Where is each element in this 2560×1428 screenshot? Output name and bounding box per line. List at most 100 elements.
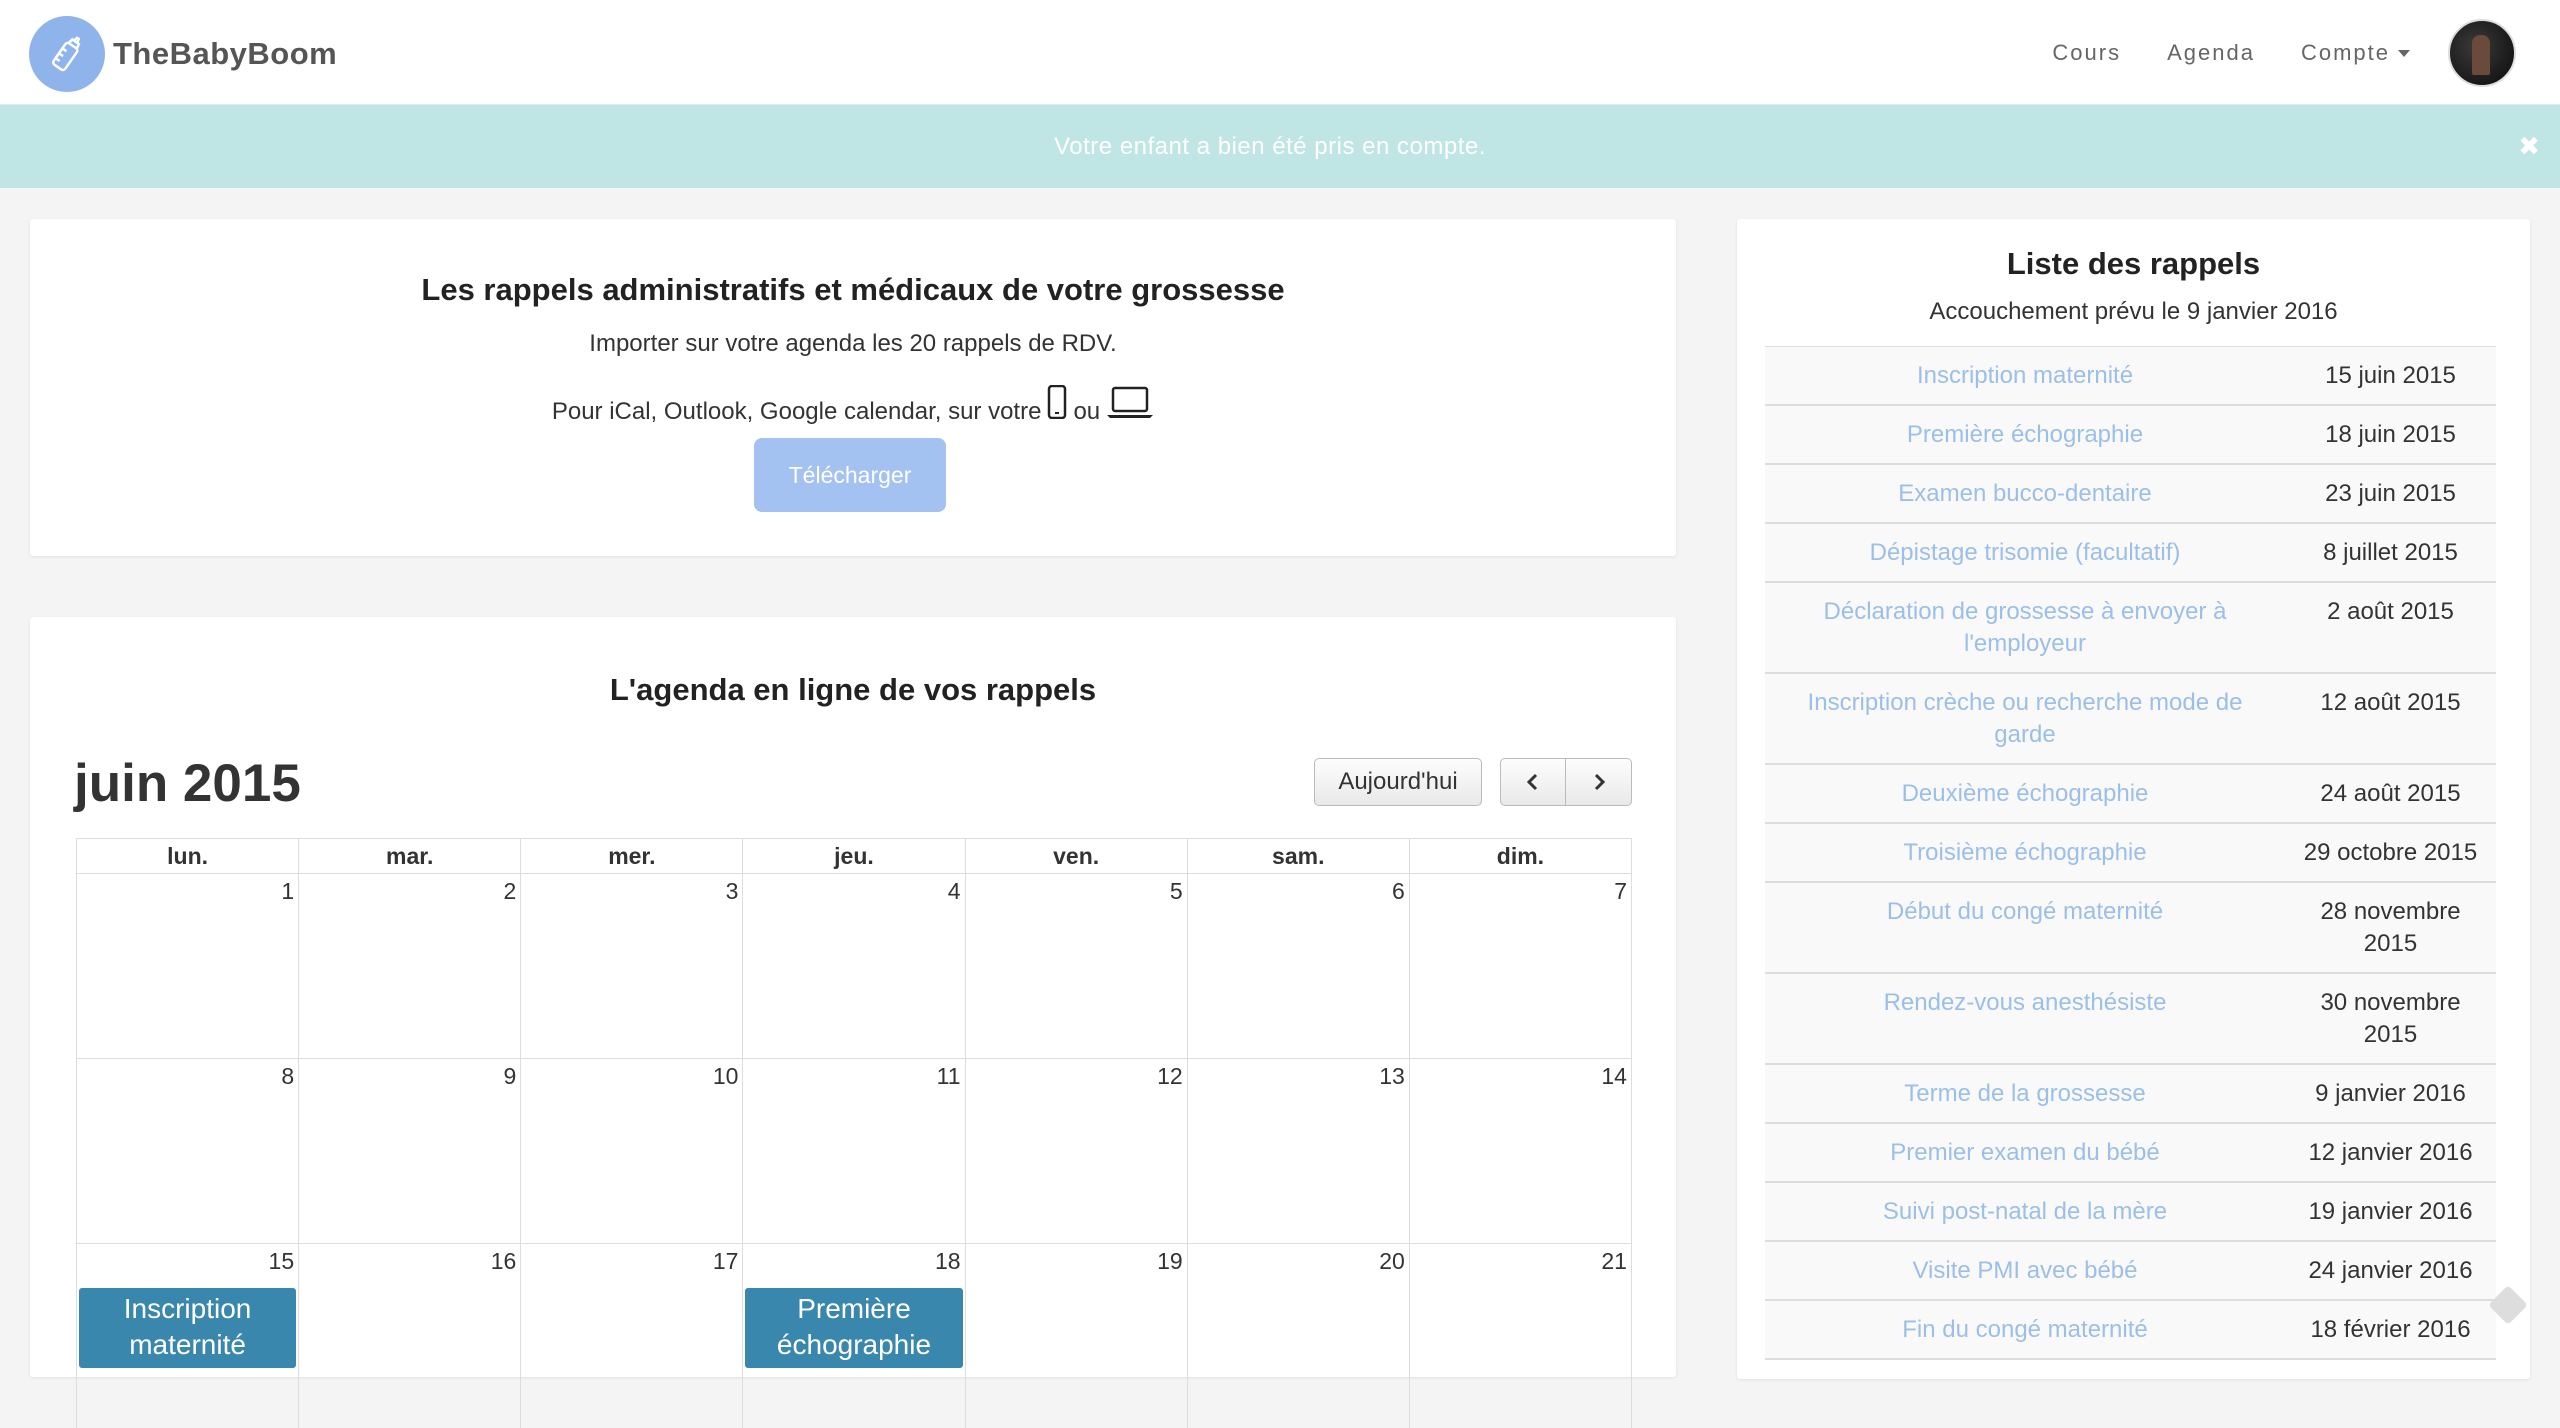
day-number: 8 (281, 1063, 295, 1089)
calendar-day[interactable]: 3 (521, 874, 744, 1058)
laptop-icon (1106, 385, 1154, 426)
calendar-day[interactable]: 20 (1188, 1244, 1410, 1428)
reminder-link[interactable]: Terme de la grossesse (1765, 1065, 2285, 1122)
nav-cours[interactable]: Cours (2052, 40, 2121, 66)
calendar-day[interactable]: 13 (1188, 1059, 1410, 1243)
day-number: 9 (503, 1063, 517, 1089)
nav-compte-dropdown[interactable]: Compte (2301, 40, 2410, 66)
download-button[interactable]: Télécharger (754, 438, 946, 512)
calendar-day[interactable]: 12 (966, 1059, 1188, 1243)
reminder-link[interactable]: Rendez-vous anesthésiste (1765, 974, 2285, 1063)
table-row: Dépistage trisomie (facultatif) 8 juillet… (1765, 524, 2496, 583)
day-number: 17 (712, 1248, 739, 1274)
day-number: 19 (1157, 1248, 1183, 1274)
calendar-day[interactable]: 10 (521, 1059, 744, 1243)
day-number: 5 (1169, 878, 1183, 904)
table-row: Déclaration de grossesse à envoyer à l'e… (1765, 583, 2496, 674)
calendar-day[interactable]: 5 (966, 874, 1188, 1058)
reminder-link[interactable]: Dépistage trisomie (facultatif) (1765, 524, 2285, 581)
reminder-link[interactable]: Déclaration de grossesse à envoyer à l'e… (1765, 583, 2285, 672)
reminder-date: 8 juillet 2015 (2323, 539, 2458, 566)
calendar-event[interactable]: Première échographie (745, 1288, 963, 1368)
close-icon[interactable]: ✖ (2518, 133, 2540, 159)
next-month-button[interactable] (1566, 758, 1632, 806)
reminder-date: 24 août 2015 (2320, 780, 2461, 807)
calendar-day[interactable]: 21 (1410, 1244, 1631, 1428)
calendar-day[interactable]: 2 (299, 874, 522, 1058)
day-number: 3 (725, 878, 739, 904)
table-row: Première échographie 18 juin 2015 (1765, 406, 2496, 465)
reminder-link[interactable]: Inscription maternité (1765, 347, 2285, 404)
reminder-date: 15 juin 2015 (2325, 362, 2456, 389)
calendar-day[interactable]: 7 (1410, 874, 1631, 1058)
calendar-day[interactable]: 9 (299, 1059, 522, 1243)
calendar-day[interactable]: 11 (743, 1059, 966, 1243)
reminder-link[interactable]: Suivi post-natal de la mère (1765, 1183, 2285, 1240)
calendar-event[interactable]: Inscription maternité (79, 1288, 297, 1368)
reminder-date: 12 août 2015 (2320, 689, 2461, 716)
calendar-day[interactable]: 19 (966, 1244, 1188, 1428)
list-panel-subtitle: Accouchement prévu le 9 janvier 2016 (1929, 298, 2338, 325)
calendar-month-title: juin 2015 (74, 754, 301, 813)
reminder-link[interactable]: Première échographie (1765, 406, 2285, 463)
calendar-day[interactable]: 18 Première échographie (743, 1244, 966, 1428)
day-number: 21 (1601, 1248, 1627, 1274)
reminder-link[interactable]: Fin du congé maternité (1765, 1301, 2285, 1358)
calendar-panel-title: L'agenda en ligne de vos rappels (609, 672, 1097, 707)
day-number: 15 (268, 1248, 295, 1274)
reminder-link[interactable]: Premier examen du bébé (1765, 1124, 2285, 1181)
day-number: 12 (1157, 1063, 1183, 1089)
table-row: Premier examen du bébé 12 janvier 2016 (1765, 1124, 2496, 1183)
success-alert: Votre enfant a bien été pris en compte. … (0, 105, 2560, 188)
table-row: Terme de la grossesse 9 janvier 2016 (1765, 1065, 2496, 1124)
weekday-label: mer. (521, 839, 744, 873)
day-number: 7 (1614, 878, 1627, 904)
day-number: 10 (712, 1063, 739, 1089)
day-number: 20 (1379, 1248, 1405, 1274)
weekday-label: ven. (966, 839, 1188, 873)
day-number: 4 (947, 878, 961, 904)
reminder-date: 19 janvier 2016 (2308, 1198, 2473, 1225)
chevron-left-icon (1526, 773, 1538, 791)
avatar[interactable] (2448, 18, 2516, 87)
reminders-devices-line: Pour iCal, Outlook, Google calendar, sur… (30, 384, 1676, 426)
calendar-day[interactable]: 17 (521, 1244, 744, 1428)
calendar-weekday-header: lun. mar. mer. jeu. ven. sam. dim. (76, 838, 1632, 873)
weekday-label: jeu. (743, 839, 966, 873)
table-row: Deuxième échographie 24 août 2015 (1765, 765, 2496, 824)
table-row: Inscription maternité 15 juin 2015 (1765, 347, 2496, 406)
weekday-label: mar. (299, 839, 522, 873)
calendar-day[interactable]: 1 (77, 874, 300, 1058)
day-number: 11 (936, 1063, 961, 1089)
reminder-link[interactable]: Troisième échographie (1765, 824, 2285, 881)
table-row: Suivi post-natal de la mère 19 janvier 20… (1765, 1183, 2496, 1242)
reminder-link[interactable]: Deuxième échographie (1765, 765, 2285, 822)
calendar-day[interactable]: 8 (77, 1059, 300, 1243)
reminder-link[interactable]: Début du congé maternité (1765, 883, 2285, 972)
calendar-day[interactable]: 4 (743, 874, 966, 1058)
today-button[interactable]: Aujourd'hui (1314, 758, 1482, 806)
brand-link[interactable]: TheBabyBoom (29, 16, 337, 92)
reminder-link[interactable]: Examen bucco-dentaire (1765, 465, 2285, 522)
calendar-day[interactable]: 14 (1410, 1059, 1631, 1243)
day-number: 16 (490, 1248, 517, 1274)
prev-month-button[interactable] (1500, 758, 1566, 806)
alert-message: Votre enfant a bien été pris en compte. (1054, 132, 1486, 160)
table-row: Troisième échographie 29 octobre 2015 (1765, 824, 2496, 883)
reminder-date: 29 octobre 2015 (2303, 839, 2478, 866)
day-number: 14 (1601, 1063, 1627, 1089)
reminder-link[interactable]: Inscription crèche ou recherche mode de … (1765, 674, 2285, 763)
phone-icon (1047, 384, 1067, 426)
nav-agenda[interactable]: Agenda (2167, 40, 2255, 66)
weekday-label: lun. (77, 839, 300, 873)
calendar-day[interactable]: 15 Inscription maternité (77, 1244, 300, 1428)
list-panel-title: Liste des rappels (2006, 246, 2261, 281)
reminder-date: 23 juin 2015 (2325, 480, 2456, 507)
calendar-day[interactable]: 6 (1188, 874, 1410, 1058)
chevron-right-icon (1594, 773, 1605, 791)
calendar-day[interactable]: 16 (299, 1244, 522, 1428)
day-number: 6 (1392, 878, 1405, 904)
reminder-date: 28 novembre 2015 (2320, 898, 2461, 957)
reminder-link[interactable]: Visite PMI avec bébé (1765, 1242, 2285, 1299)
reminders-table: Inscription maternité 15 juin 2015 Premiè… (1765, 346, 2496, 1360)
